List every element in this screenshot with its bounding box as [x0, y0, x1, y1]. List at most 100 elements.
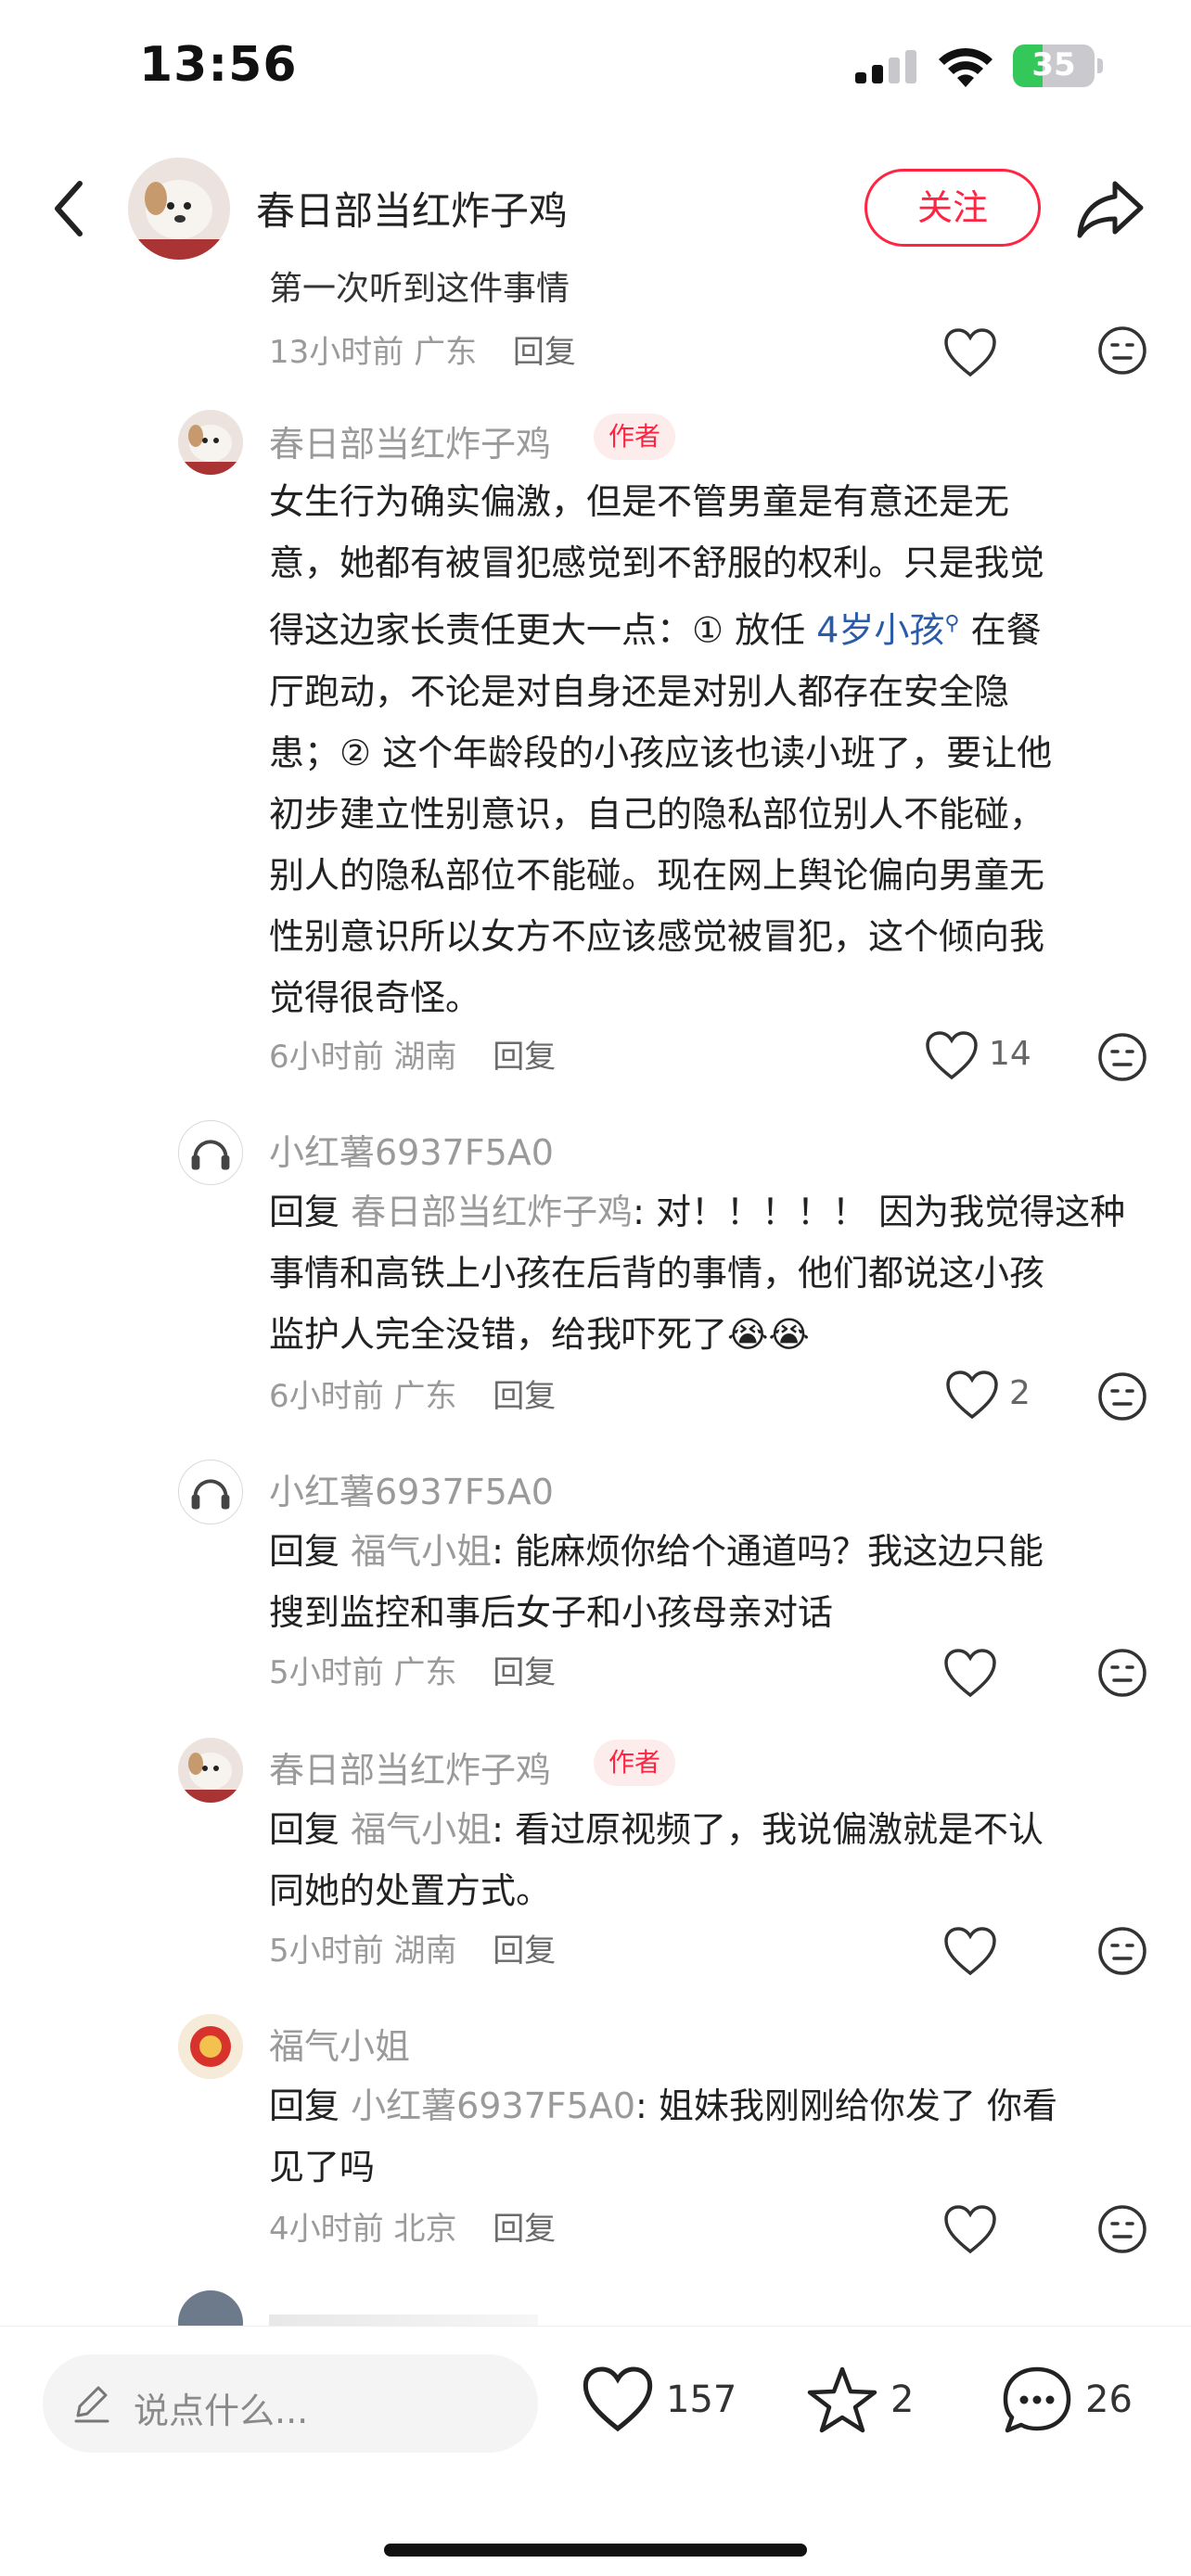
commenter-name[interactable]: 福气小姐 — [269, 2018, 410, 2069]
comment-meta: 5小时前 湖南 回复 — [269, 1925, 556, 1970]
comment-line: 同她的处置方式。 — [269, 1870, 552, 1911]
dislike-face-icon[interactable] — [1096, 1647, 1148, 1699]
meta-region: 广东 — [393, 1378, 457, 1415]
comment-line: 回复 福气小姐: 看过原视频了，我说偏激就是不认 — [269, 1799, 1141, 1860]
comment-meta: 6小时前 广东 回复 — [269, 1371, 556, 1416]
pencil-icon — [74, 2386, 109, 2423]
commenter-avatar[interactable] — [178, 410, 243, 475]
reply-prefix: 回复 — [269, 1809, 352, 1850]
dislike-face-icon[interactable] — [1096, 1031, 1148, 1083]
dislike-face-icon[interactable] — [1096, 2203, 1148, 2255]
meta-time: 5小时前 — [269, 1932, 384, 1970]
comment-line: 回复 春日部当红炸子鸡: 对！！！！！ 因为我觉得这种 — [269, 1181, 1141, 1243]
meta-region: 湖南 — [393, 1039, 457, 1076]
like-heart-icon[interactable] — [942, 325, 998, 380]
comment-line: 女生行为确实偏激，但是不管男童是有意还是无 — [269, 481, 1010, 522]
like-heart-icon — [926, 1031, 978, 1080]
reply-button[interactable]: 回复 — [513, 334, 576, 371]
reply-button[interactable]: 回复 — [493, 1932, 556, 1970]
collect-button[interactable]: 2 — [805, 2364, 926, 2443]
like-heart-icon[interactable] — [942, 2201, 998, 2257]
status-time: 13:56 — [139, 37, 298, 93]
like-count: 14 — [989, 1035, 1031, 1073]
topic-link[interactable]: 4岁小孩 — [816, 610, 944, 651]
comment-line-text: 在餐 — [959, 609, 1042, 651]
reply-prefix: 回复 — [269, 2085, 352, 2126]
comment-line: 监护人完全没错，给我吓死了😭😭 — [269, 1304, 1141, 1365]
comment-line: 见了吗 — [269, 2147, 376, 2187]
commenter-name[interactable]: 春日部当红炸子鸡 — [269, 1741, 551, 1792]
reply-button[interactable]: 回复 — [493, 2211, 556, 2248]
comment-list: 第一次听到这件事情 13小时前 广东 回复 春日部当红炸子鸡 作者 女生行为确实… — [0, 269, 1191, 2327]
commenter-avatar[interactable] — [178, 2290, 243, 2327]
comment-line: 意，她都有被冒犯感觉到不舒服的权利。只是我觉 — [269, 542, 1045, 583]
comment-text: 回复 福气小姐: 看过原视频了，我说偏激就是不认 同她的处置方式。 — [269, 1799, 1141, 1921]
comment-line: 搜到监控和事后女子和小孩母亲对话 — [269, 1592, 834, 1633]
dog-avatar-image — [128, 158, 230, 260]
heart-icon — [583, 2366, 653, 2432]
reply-to-user[interactable]: 小红薯6937F5A0 — [351, 2085, 635, 2126]
meta-time: 6小时前 — [269, 1378, 384, 1415]
home-indicator — [384, 2544, 807, 2557]
author-avatar[interactable] — [128, 158, 230, 260]
reply-button[interactable]: 回复 — [493, 1654, 556, 1691]
battery-indicator: 35 — [1013, 45, 1103, 87]
reply-button[interactable]: 回复 — [493, 1378, 556, 1415]
commenter-avatar[interactable] — [178, 1120, 243, 1185]
dislike-face-icon[interactable] — [1096, 325, 1148, 376]
comment-text: 回复 福气小姐: 能麻烦你给个通道吗？我这边只能 搜到监控和事后女子和小孩母亲对… — [269, 1521, 1141, 1643]
collect-count: 2 — [890, 2378, 915, 2421]
commenter-name[interactable]: 春日部当红炸子鸡 — [269, 415, 551, 466]
comment-line: 性别意识所以女方不应该感觉被冒犯，这个倾向我 — [269, 915, 1045, 957]
like-count: 2 — [1009, 1374, 1031, 1412]
comment-line-text: 得这边家长责任更大一点：① 放任 — [269, 609, 817, 651]
share-icon[interactable] — [1074, 174, 1148, 243]
chat-bubble-icon — [1003, 2366, 1071, 2433]
wifi-icon — [939, 47, 992, 87]
comment-line: 觉得很奇怪。 — [269, 976, 481, 1018]
like-heart-icon[interactable] — [942, 1645, 998, 1701]
dislike-face-icon[interactable] — [1096, 1925, 1148, 1977]
reply-to-user[interactable]: 福气小姐 — [351, 1809, 492, 1850]
commenter-name[interactable]: 小红薯6937F5A0 — [269, 1124, 554, 1175]
like-heart-icon[interactable] — [942, 1923, 998, 1979]
author-badge: 作者 — [594, 1740, 676, 1786]
reply-to-user[interactable]: 春日部当红炸子鸡 — [351, 1192, 633, 1232]
comment-meta: 4小时前 北京 回复 — [269, 2203, 556, 2249]
comment-line-text: : 对！！！！！ 因为我觉得这种 — [633, 1192, 1126, 1232]
commenter-avatar[interactable] — [178, 2014, 243, 2079]
meta-time: 6小时前 — [269, 1039, 384, 1076]
comment-line: 回复 小红薯6937F5A0: 姐妹我刚刚给你发了 你看 — [269, 2075, 1141, 2136]
comment-line-text: : 看过原视频了，我说偏激就是不认 — [492, 1809, 1044, 1850]
reply-prefix: 回复 — [269, 1192, 352, 1232]
author-name[interactable]: 春日部当红炸子鸡 — [256, 180, 568, 236]
crying-emoji: 😭😭 — [727, 1314, 810, 1355]
commenter-avatar[interactable] — [178, 1738, 243, 1803]
author-badge: 作者 — [594, 414, 676, 460]
like-heart-icon — [946, 1371, 998, 1420]
reply-button[interactable]: 回复 — [493, 1039, 556, 1076]
comment-line: 得这边家长责任更大一点：① 放任 4岁小孩⚲ 在餐 — [269, 593, 1141, 661]
comment-input[interactable]: 说点什么... — [43, 2354, 538, 2453]
follow-button[interactable]: 关注 — [864, 169, 1041, 247]
back-chevron-icon[interactable] — [45, 176, 100, 241]
comments-button[interactable]: 26 — [1000, 2364, 1148, 2443]
status-bar: 13:56 35 — [0, 0, 1191, 139]
star-icon — [807, 2366, 877, 2433]
bottom-bar: 说点什么... 157 2 26 — [0, 2326, 1191, 2576]
commenter-avatar[interactable] — [178, 1460, 243, 1524]
like-button[interactable]: 2 — [944, 1369, 1056, 1424]
meta-region: 广东 — [414, 334, 478, 371]
meta-time: 4小时前 — [269, 2211, 384, 2248]
dislike-face-icon[interactable] — [1096, 1371, 1148, 1422]
meta-time: 5小时前 — [269, 1654, 384, 1691]
like-button[interactable]: 14 — [924, 1029, 1044, 1085]
reply-to-user[interactable]: 福气小姐 — [351, 1531, 492, 1572]
battery-level: 35 — [1031, 46, 1076, 83]
commenter-name[interactable]: 小红薯6937F5A0 — [269, 1463, 554, 1514]
comment-line: 厅跑动，不论是对自身还是对别人都存在安全隐 — [269, 670, 1010, 712]
comment-meta: 13小时前 广东 回复 — [269, 326, 576, 372]
like-post-button[interactable]: 157 — [581, 2364, 736, 2443]
search-small-icon[interactable]: ⚲ — [944, 612, 959, 635]
input-placeholder: 说点什么... — [134, 2391, 309, 2431]
